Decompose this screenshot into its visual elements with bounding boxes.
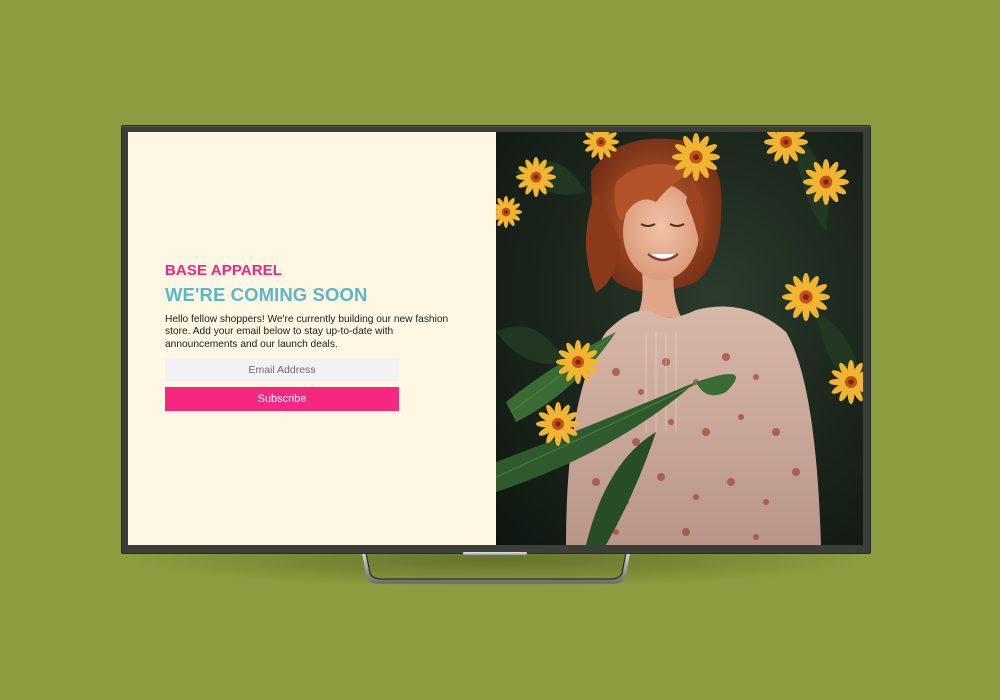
- landing-content: BASE APPAREL WE'RE COMING SOON Hello fel…: [165, 262, 465, 412]
- mockup-stage: BASE APPAREL WE'RE COMING SOON Hello fel…: [0, 0, 1000, 700]
- subscribe-button[interactable]: Subscribe: [165, 387, 399, 412]
- landing-left-panel: BASE APPAREL WE'RE COMING SOON Hello fel…: [128, 132, 496, 545]
- tv-stand: [362, 553, 630, 584]
- email-input[interactable]: Email Address: [165, 358, 399, 382]
- hero-illustration: [496, 132, 863, 545]
- tv-screen: BASE APPAREL WE'RE COMING SOON Hello fel…: [128, 132, 863, 545]
- page-title: WE'RE COMING SOON: [165, 284, 368, 305]
- brand-logo: BASE APPAREL: [165, 262, 283, 279]
- hero-image: [496, 132, 863, 545]
- page-description: Hello fellow shoppers! We're currently b…: [165, 314, 449, 350]
- tv-logo-strip: [463, 552, 527, 555]
